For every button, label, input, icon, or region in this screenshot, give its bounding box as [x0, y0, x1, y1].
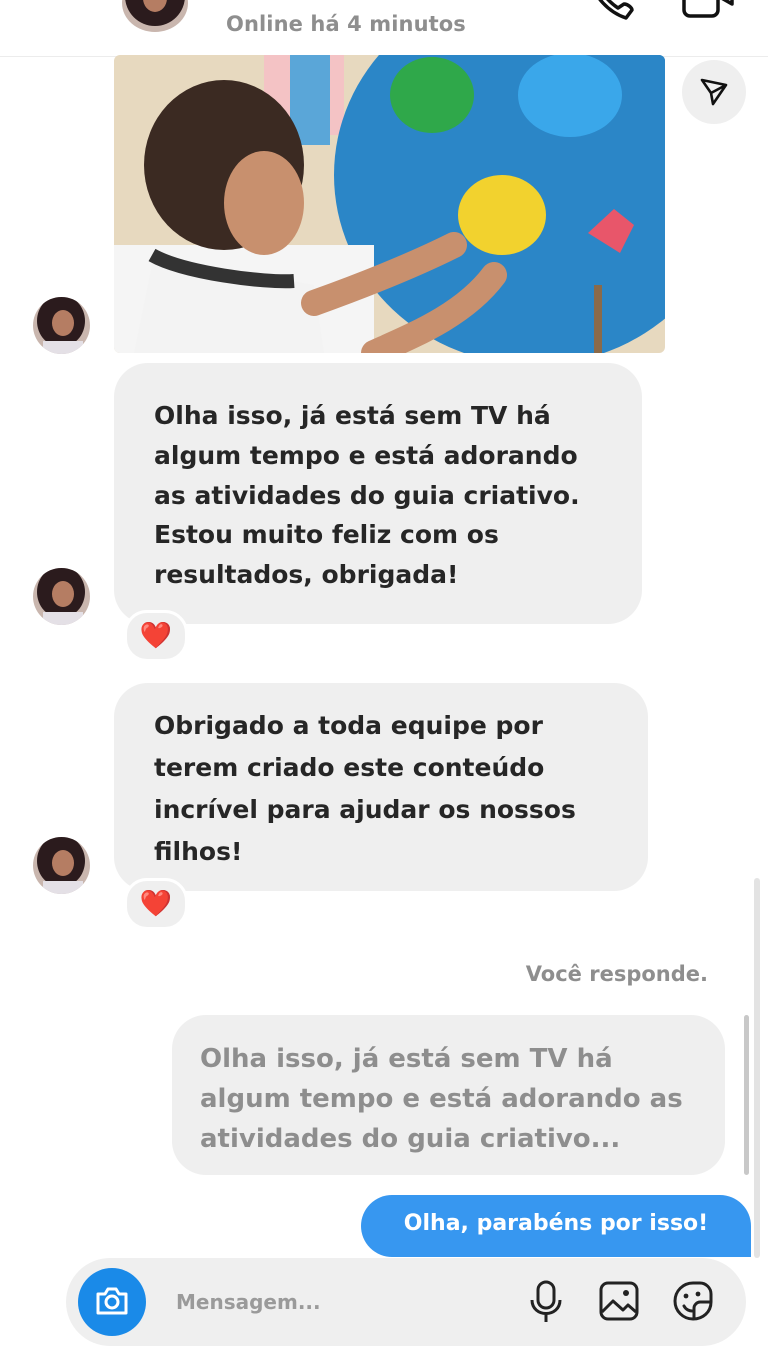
shared-photo[interactable] [114, 55, 665, 353]
heart-reaction[interactable]: ❤️ [124, 878, 188, 930]
heart-icon: ❤️ [139, 889, 173, 919]
video-camera-icon[interactable] [680, 0, 736, 20]
phone-icon[interactable] [588, 0, 634, 22]
message-input[interactable] [176, 1258, 506, 1346]
heart-icon: ❤️ [139, 621, 173, 651]
paper-plane-icon [700, 78, 728, 106]
message-composer [66, 1258, 746, 1346]
bottom-spacer [0, 1346, 768, 1365]
contact-avatar[interactable] [122, 0, 188, 32]
contact-avatar[interactable] [33, 297, 90, 354]
message-bubble-received[interactable]: Olha isso, já está sem TV há algum tempo… [114, 363, 642, 624]
reply-label: Você responde. [525, 962, 708, 986]
microphone-icon[interactable] [528, 1280, 564, 1324]
camera-button[interactable] [78, 1268, 146, 1336]
message-bubble-received[interactable]: Obrigado a toda equipe por terem criado … [114, 683, 648, 891]
quoted-message[interactable]: Olha isso, já está sem TV há algum tempo… [172, 1015, 725, 1175]
online-status: Online há 4 minutos [226, 12, 466, 36]
message-bubble-sent[interactable]: Olha, parabéns por isso! [361, 1195, 751, 1257]
image-icon[interactable] [598, 1280, 640, 1322]
camera-icon [96, 1287, 128, 1315]
scrollbar[interactable] [754, 878, 760, 1258]
contact-avatar[interactable] [33, 568, 90, 625]
share-button[interactable] [682, 60, 746, 124]
scrollbar-thumb[interactable] [744, 1015, 749, 1175]
contact-avatar[interactable] [33, 837, 90, 894]
chevron-left-icon[interactable] [48, 0, 78, 16]
sticker-icon[interactable] [672, 1280, 714, 1322]
chat-header: Online há 4 minutos [0, 0, 768, 57]
heart-reaction[interactable]: ❤️ [124, 610, 188, 662]
